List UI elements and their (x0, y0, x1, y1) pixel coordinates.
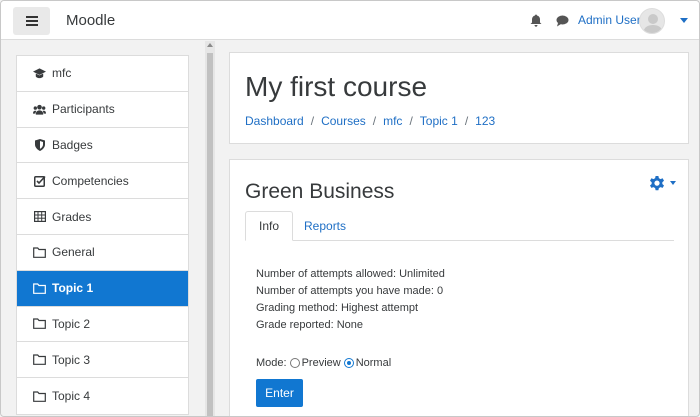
sidebar-item-topic-1[interactable]: Topic 1 (17, 270, 188, 307)
sidebar-item-participants[interactable]: Participants (17, 92, 188, 128)
breadcrumb-link-123[interactable]: 123 (475, 114, 495, 128)
info-grading-method: Grading method: Highest attempt (256, 302, 419, 314)
normal-label[interactable]: Normal (356, 357, 391, 369)
checkbox-icon (33, 175, 46, 187)
breadcrumb-link-courses[interactable]: Courses (321, 114, 366, 128)
info-attempts-allowed: Number of attempts allowed: Unlimited (256, 268, 445, 280)
sidebar-item-general[interactable]: General (17, 235, 188, 271)
preview-label[interactable]: Preview (302, 357, 341, 369)
top-navbar: Moodle Admin User (1, 1, 699, 40)
app-frame: Moodle Admin User mfc Participants Badge… (0, 0, 700, 417)
folder-icon (33, 354, 46, 366)
sidebar-item-label: Badges (52, 137, 93, 152)
shield-icon (33, 138, 46, 151)
scroll-up-arrow-icon[interactable] (207, 43, 213, 47)
attempt-info: Number of attempts allowed: Unlimited Nu… (256, 266, 445, 334)
breadcrumb: Dashboard / Courses / mfc / Topic 1 / 12… (245, 114, 495, 128)
hamburger-icon (25, 16, 38, 26)
breadcrumb-separator: / (310, 114, 315, 128)
enter-button[interactable]: Enter (256, 379, 303, 407)
folder-icon (33, 318, 46, 330)
folder-icon (33, 246, 46, 258)
chat-icon[interactable] (556, 15, 569, 27)
user-name[interactable]: Admin User (578, 13, 641, 27)
sidebar-item-label: Topic 4 (52, 389, 91, 404)
sidebar-item-topic-2[interactable]: Topic 2 (17, 307, 188, 343)
sidebar-item-label: mfc (52, 66, 72, 81)
site-brand[interactable]: Moodle (66, 12, 115, 29)
scrollbar-thumb[interactable] (207, 53, 213, 416)
course-header: My first course Dashboard / Courses / mf… (229, 52, 689, 144)
breadcrumb-link-mfc[interactable]: mfc (383, 114, 402, 128)
normal-radio[interactable] (343, 358, 354, 368)
bell-icon[interactable] (530, 14, 542, 27)
preview-radio[interactable] (289, 358, 300, 368)
graduation-cap-icon (33, 67, 46, 79)
breadcrumb-link-topic-1[interactable]: Topic 1 (420, 114, 458, 128)
mode-label: Mode: (256, 357, 287, 369)
hamburger-button[interactable] (13, 7, 50, 35)
sidebar-item-topic-3[interactable]: Topic 3 (17, 342, 188, 379)
sidebar-item-mfc[interactable]: mfc (17, 56, 188, 92)
sidebar-item-competencies[interactable]: Competencies (17, 163, 188, 200)
nav-drawer: mfc Participants Badges Competencies Gra… (1, 41, 205, 416)
sidebar-item-label: Topic 3 (52, 352, 91, 367)
info-attempts-made: Number of attempts you have made: 0 (256, 285, 444, 297)
folder-icon (33, 390, 46, 402)
tab-reports[interactable]: Reports (291, 211, 359, 241)
sidebar-item-topic-4[interactable]: Topic 4 (17, 378, 188, 414)
avatar[interactable] (639, 8, 665, 34)
sidebar-item-label: Grades (52, 209, 92, 224)
activity-title: Green Business (245, 180, 395, 203)
sidebar-item-label: Topic 2 (52, 316, 91, 331)
mode-selector: Mode: Preview Normal (256, 357, 391, 369)
breadcrumb-separator: / (464, 114, 469, 128)
activity-tabs: Info Reports (245, 211, 674, 241)
sidebar-item-label: Participants (52, 102, 115, 117)
users-icon (33, 103, 46, 115)
activity-content: Green Business Info Reports Number of at… (229, 159, 689, 416)
breadcrumb-link-dashboard[interactable]: Dashboard (245, 114, 304, 128)
breadcrumb-separator: / (409, 114, 413, 128)
table-icon (33, 211, 46, 223)
folder-icon (33, 282, 46, 294)
sidebar-item-badges[interactable]: Badges (17, 128, 188, 164)
info-grade-reported: Grade reported: None (256, 319, 364, 331)
sidebar-item-grades[interactable]: Grades (17, 199, 188, 235)
sidebar-item-label: Competencies (52, 173, 129, 188)
gear-icon[interactable] (648, 174, 666, 192)
course-nav-list: mfc Participants Badges Competencies Gra… (16, 55, 189, 415)
page-title: My first course (245, 71, 428, 102)
caret-down-icon[interactable] (680, 18, 688, 23)
user-silhouette-icon (643, 14, 663, 33)
drawer-scrollbar[interactable] (205, 41, 215, 416)
sidebar-item-label: Topic 1 (52, 281, 94, 296)
caret-down-icon[interactable] (670, 181, 676, 185)
breadcrumb-separator: / (372, 114, 377, 128)
sidebar-item-label: General (52, 245, 95, 260)
tab-info[interactable]: Info (245, 211, 294, 241)
